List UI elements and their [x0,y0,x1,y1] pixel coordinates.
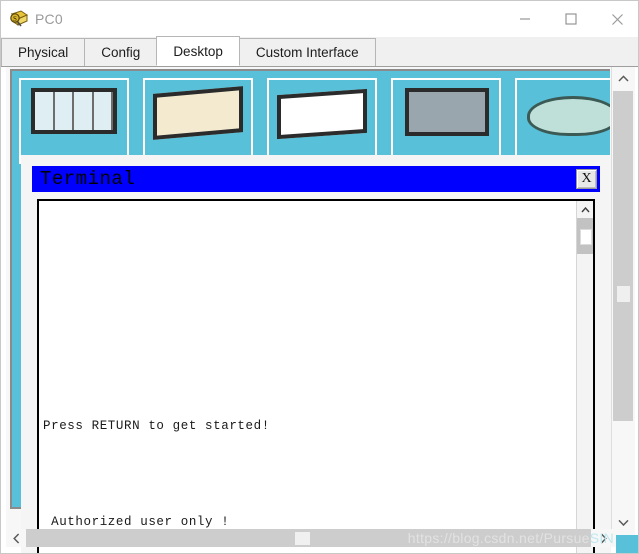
chevron-up-icon[interactable] [577,201,593,218]
close-icon[interactable] [594,1,638,37]
svg-text:S: S [13,15,17,23]
terminal-window: Terminal X Press RETURN to get started! … [21,155,611,553]
desktop-icon-web-browser[interactable] [515,78,610,164]
packet-tracer-icon: S [8,8,30,30]
tab-desktop[interactable]: Desktop [156,36,240,66]
terminal-titlebar[interactable]: Terminal X [32,166,600,192]
tab-physical[interactable]: Physical [1,38,86,66]
chevron-left-icon[interactable] [6,529,26,547]
panel-scroll-thumb[interactable] [613,91,633,421]
command-prompt-icon [405,88,489,136]
pc0-device-window: S PC0 Physical Config Desktop Custom Int… [0,0,639,554]
terminal-icon [277,88,367,140]
device-tabs: Physical Config Desktop Custom Interface [1,36,638,67]
terminal-output-area[interactable]: Press RETURN to get started! Authorized … [37,199,595,553]
terminal-scroll-thumb[interactable] [580,229,592,245]
scrollbar-corner [616,535,638,553]
window-title: PC0 [35,11,63,27]
dial-up-icon [153,86,243,140]
ip-configuration-icon [31,88,117,134]
desktop-icon-row [19,78,610,164]
terminal-title: Terminal [40,168,136,190]
tab-config[interactable]: Config [84,38,158,66]
maximize-icon[interactable] [548,1,594,37]
terminal-vertical-scrollbar[interactable] [576,201,593,553]
window-controls [502,1,638,37]
tab-strip-filler [375,65,638,66]
terminal-scroll-track[interactable] [577,218,593,254]
panel-scroll-thumb-grip[interactable] [617,286,630,302]
panel-vertical-scrollbar[interactable] [611,67,634,533]
horizontal-scroll-track[interactable] [26,529,591,547]
terminal-line: Authorized user only ! [43,515,230,529]
minimize-icon[interactable] [502,1,548,37]
panel-horizontal-scrollbar[interactable] [6,529,635,547]
terminal-close-button[interactable]: X [576,169,597,189]
terminal-line: Press RETURN to get started! [43,419,270,433]
desktop-icon-terminal[interactable] [267,78,377,164]
horizontal-scroll-thumb-grip[interactable] [295,532,310,545]
desktop-icon-ip-configuration[interactable] [19,78,129,164]
window-titlebar: S PC0 [1,1,638,37]
desktop-icon-dial-up[interactable] [143,78,253,164]
chevron-right-icon[interactable] [593,529,613,547]
chevron-up-icon[interactable] [612,67,634,89]
tab-custom-interface[interactable]: Custom Interface [238,38,376,66]
desktop-icon-command-prompt[interactable] [391,78,501,164]
web-browser-icon [527,96,610,136]
desktop-panel: Terminal X Press RETURN to get started! … [6,67,635,553]
